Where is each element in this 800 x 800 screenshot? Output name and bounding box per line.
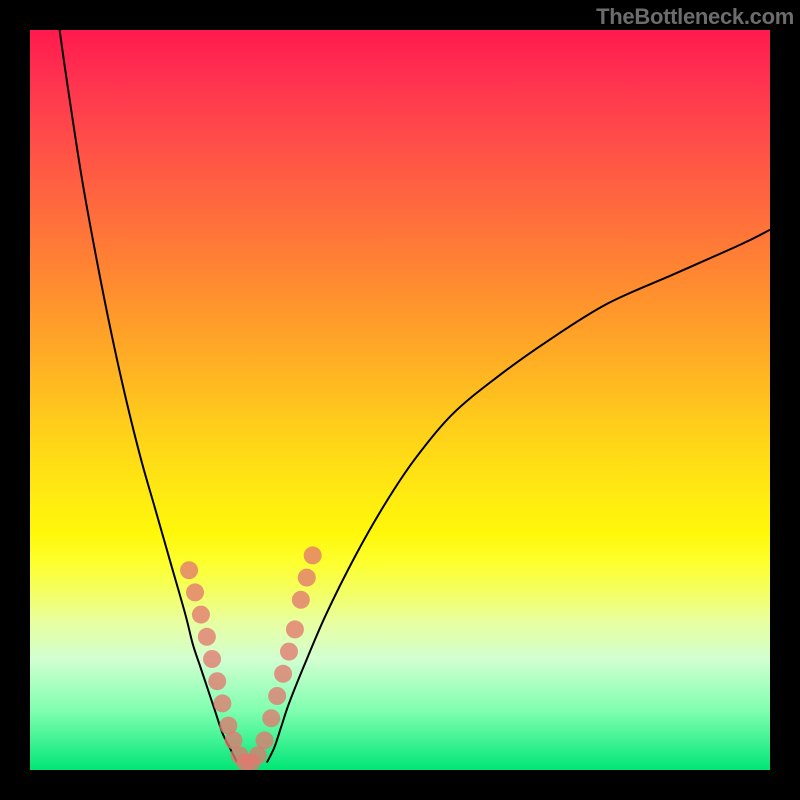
chart-frame: TheBottleneck.com bbox=[0, 0, 800, 800]
data-point bbox=[186, 583, 204, 601]
watermark-text: TheBottleneck.com bbox=[596, 4, 794, 30]
data-point bbox=[192, 606, 210, 624]
data-point bbox=[280, 643, 298, 661]
data-point bbox=[208, 672, 226, 690]
data-point bbox=[292, 591, 310, 609]
data-point bbox=[203, 650, 221, 668]
data-point bbox=[262, 709, 280, 727]
data-point bbox=[274, 665, 292, 683]
data-point bbox=[180, 561, 198, 579]
data-point bbox=[286, 620, 304, 638]
chart-svg bbox=[30, 30, 770, 770]
data-point bbox=[198, 628, 216, 646]
data-point bbox=[213, 694, 231, 712]
curve-right bbox=[267, 230, 770, 763]
scatter-group bbox=[180, 546, 322, 770]
data-point bbox=[304, 546, 322, 564]
data-point bbox=[298, 569, 316, 587]
data-point bbox=[256, 731, 274, 749]
data-point bbox=[268, 687, 286, 705]
plot-area bbox=[30, 30, 770, 770]
